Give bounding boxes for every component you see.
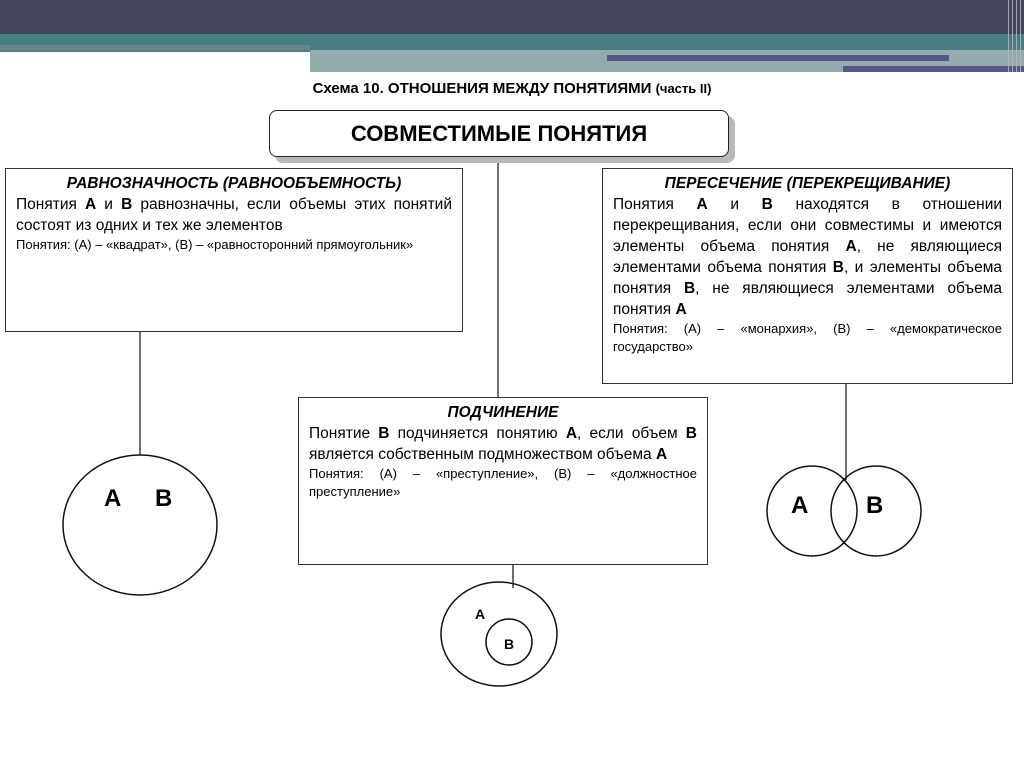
- equivalence-box: РАВНОЗНАЧНОСТЬ (РАВНООБЪЕМНОСТЬ) Понятия…: [5, 168, 463, 332]
- title-sub: (часть II): [655, 81, 712, 96]
- intersection-example: Понятия: (А) – «монархия», (В) – «демокр…: [613, 321, 1002, 354]
- term-b: В: [683, 280, 696, 297]
- intersection-label-b: В: [866, 492, 884, 519]
- term-b: В: [832, 259, 844, 276]
- intersection-body: Понятия А и В находятся в отношении пере…: [613, 194, 1002, 320]
- root-concept-label: СОВМЕСТИМЫЕ ПОНЯТИЯ: [350, 120, 648, 146]
- header-bar-1: [607, 55, 949, 61]
- term-b: В: [378, 425, 390, 442]
- text: Понятия: [613, 196, 697, 213]
- term-b: В: [121, 196, 133, 213]
- header-bar-2: [843, 66, 1024, 72]
- term-a: А: [84, 196, 97, 213]
- subordination-heading: ПОДЧИНЕНИЕ: [447, 404, 559, 421]
- header-stripe: [0, 45, 310, 50]
- term-b: В: [685, 425, 697, 442]
- header-decor-lines: [1008, 0, 1024, 72]
- text: Понятия: [16, 196, 85, 213]
- subordination-circle-a: [440, 581, 558, 687]
- intersection-box: ПЕРЕСЕЧЕНИЕ (ПЕРЕКРЕЩИВАНИЕ) Понятия А и…: [602, 168, 1013, 384]
- term-a: А: [675, 301, 687, 318]
- equivalence-example: Понятия: (А) – «квадрат», (В) – «равност…: [16, 237, 414, 252]
- subordination-box: ПОДЧИНЕНИЕ Понятие В подчиняется понятию…: [298, 397, 708, 565]
- subordination-label-a: А: [475, 606, 486, 622]
- text: , если объем: [577, 425, 686, 442]
- root-concept-box: СОВМЕСТИМЫЕ ПОНЯТИЯ: [269, 110, 729, 157]
- intersection-circle-a: [766, 465, 858, 557]
- equivalence-label-a: А: [104, 485, 122, 512]
- subordination-example: Понятия: (А) – «преступление», (В) – «до…: [309, 466, 697, 499]
- text: и: [96, 196, 122, 213]
- term-a: А: [655, 446, 668, 463]
- equivalence-body: Понятия А и В равнозначны, если объемы э…: [16, 194, 452, 236]
- slide-title: Схема 10. ОТНОШЕНИЯ МЕЖДУ ПОНЯТИЯМИ (час…: [0, 80, 1024, 97]
- term-a: А: [565, 425, 578, 442]
- intersection-heading: ПЕРЕСЕЧЕНИЕ (ПЕРЕКРЕЩИВАНИЕ): [664, 175, 951, 192]
- header-band-dark: [0, 0, 1024, 34]
- title-main: Схема 10. ОТНОШЕНИЯ МЕЖДУ ПОНЯТИЯМИ: [312, 80, 652, 97]
- term-a: А: [845, 238, 857, 255]
- equivalence-circle: [62, 454, 218, 596]
- text: и: [707, 196, 762, 213]
- term-b: В: [761, 196, 773, 213]
- text: является собственным подмножеством объем…: [309, 446, 656, 463]
- text: Понятие: [309, 425, 379, 442]
- subordination-label-b: В: [504, 636, 515, 652]
- intersection-label-a: А: [791, 492, 809, 519]
- text: подчиняется понятию: [389, 425, 566, 442]
- equivalence-heading: РАВНОЗНАЧНОСТЬ (РАВНООБЪЕМНОСТЬ): [66, 175, 402, 192]
- equivalence-label-b: В: [155, 485, 173, 512]
- subordination-body: Понятие В подчиняется понятию А, если об…: [309, 423, 697, 465]
- term-a: А: [696, 196, 708, 213]
